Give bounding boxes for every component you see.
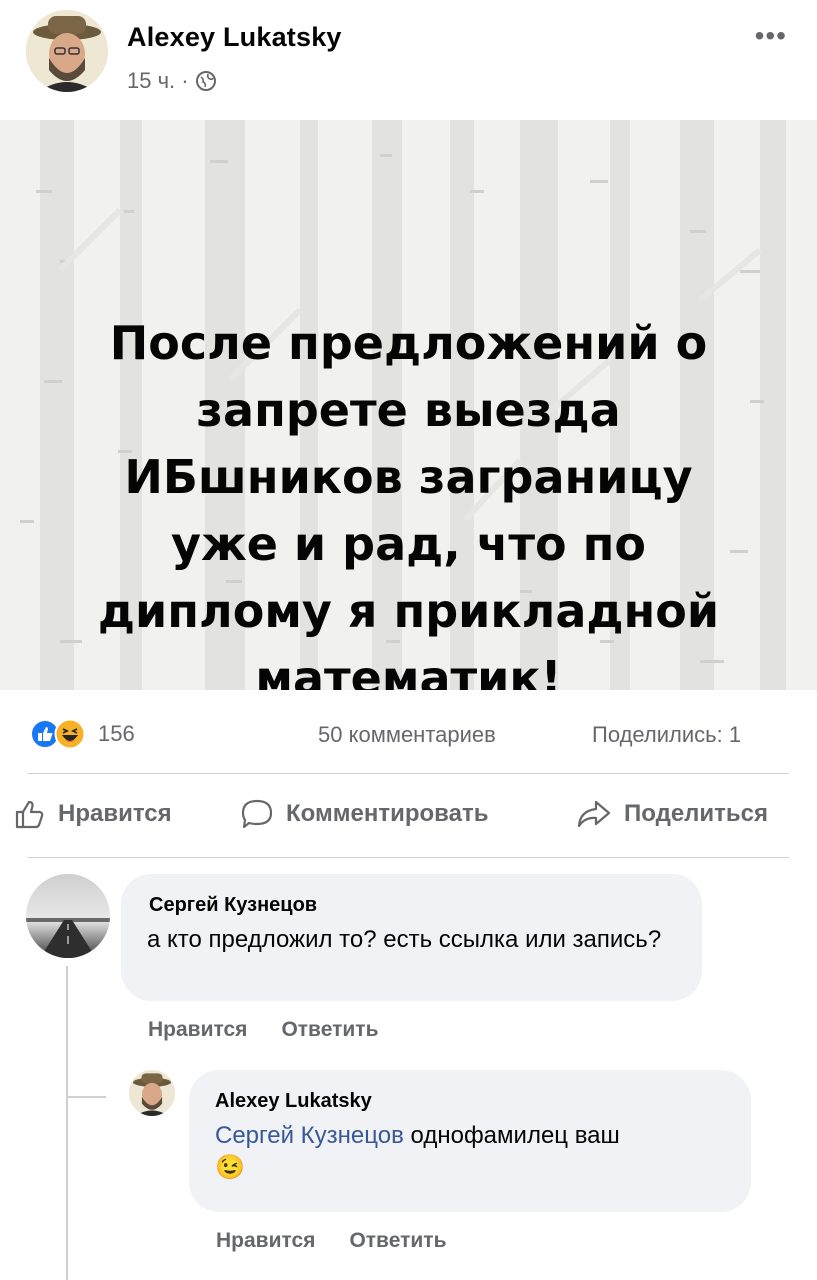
actions-divider — [28, 857, 789, 858]
more-options-button[interactable]: ••• — [755, 20, 787, 52]
reply-thread-branch — [66, 1096, 106, 1098]
comment-bubble[interactable]: Сергей Кузнецов а кто предложил то? есть… — [121, 874, 702, 1001]
stats-divider — [28, 773, 789, 774]
reply-like-link[interactable]: Нравится — [216, 1229, 315, 1253]
reply-avatar-image — [129, 1070, 175, 1116]
reply-author-avatar[interactable] — [129, 1070, 175, 1116]
comment-text: а кто предложил то? есть ссылка или запи… — [147, 926, 662, 953]
comment-button[interactable]: Комментировать — [240, 798, 488, 830]
comment-author[interactable]: Сергей Кузнецов — [149, 894, 317, 917]
reply-actions: Нравится Ответить — [216, 1229, 446, 1253]
reply-bubble[interactable]: Alexey Lukatsky Сергей Кузнецов однофами… — [189, 1070, 751, 1212]
comments-count-link[interactable]: 50 комментариев — [318, 722, 496, 748]
commenter-avatar[interactable] — [26, 874, 110, 958]
post-meta: 15 ч. · — [127, 68, 217, 94]
comment-bubble-icon — [241, 799, 273, 829]
reply-reply-link[interactable]: Ответить — [349, 1229, 446, 1253]
reactions-summary[interactable]: 156 — [30, 718, 135, 750]
wink-emoji: 😉 — [215, 1154, 245, 1181]
reaction-count: 156 — [98, 721, 135, 746]
post-image-text: После предложений о запрете выезда ИБшни… — [97, 316, 720, 690]
share-arrow-icon — [577, 800, 611, 828]
thumbs-up-icon — [15, 800, 44, 829]
post-author-name[interactable]: Alexey Lukatsky — [127, 22, 342, 53]
share-button-label: Поделиться — [624, 800, 769, 827]
reply-author[interactable]: Alexey Lukatsky — [215, 1090, 372, 1113]
like-button[interactable]: Нравится — [14, 798, 172, 830]
like-button-label: Нравится — [58, 800, 172, 827]
reply-text: Сергей Кузнецов однофамилец ваш 😉 — [215, 1120, 735, 1184]
author-avatar[interactable] — [26, 10, 108, 92]
reply-thread-line — [66, 966, 68, 1280]
haha-reaction-icon — [54, 718, 86, 750]
road-photo-avatar — [26, 874, 110, 958]
reply-body: однофамилец ваш — [403, 1122, 620, 1149]
comment-reply-link[interactable]: Ответить — [281, 1018, 378, 1042]
comment-actions: Нравится Ответить — [148, 1018, 378, 1042]
comment-like-link[interactable]: Нравится — [148, 1018, 247, 1042]
reply-mention-link[interactable]: Сергей Кузнецов — [215, 1122, 404, 1149]
author-avatar-image — [26, 10, 108, 92]
post-time[interactable]: 15 ч. · — [127, 68, 189, 94]
post-image[interactable]: После предложений о запрете выезда ИБшни… — [0, 120, 817, 690]
share-button[interactable]: Поделиться — [576, 798, 768, 830]
shares-count-link[interactable]: Поделились: 1 — [592, 722, 741, 748]
comment-button-label: Комментировать — [286, 800, 489, 827]
globe-icon[interactable] — [195, 70, 217, 92]
